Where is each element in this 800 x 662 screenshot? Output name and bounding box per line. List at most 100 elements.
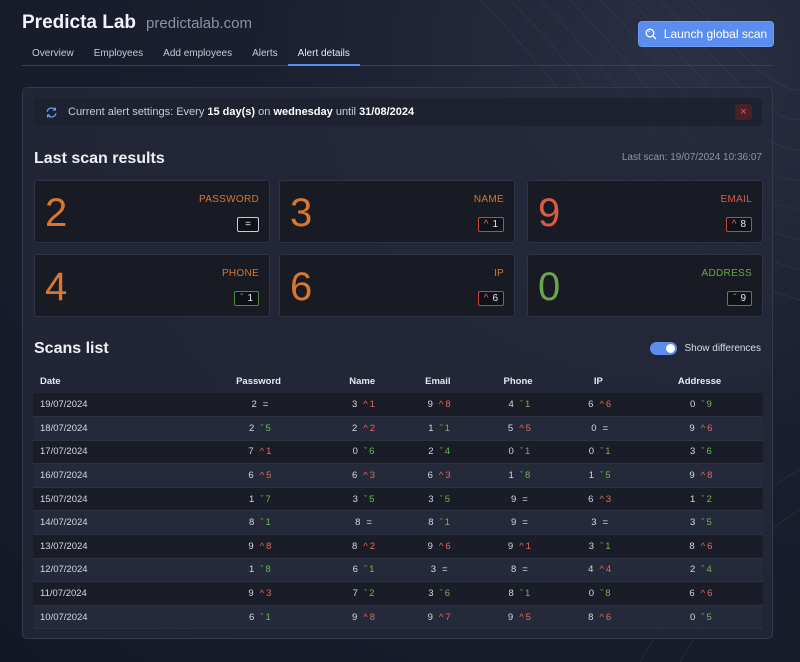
delta-value: 6: [707, 588, 713, 600]
delta-value: 1: [444, 422, 451, 434]
scan-value: 6: [248, 470, 254, 482]
chevron-down-icon: ˇ: [260, 564, 264, 576]
delta-value: 5: [706, 517, 712, 529]
chevron-down-icon: ˇ: [600, 470, 604, 482]
tab-add-employees[interactable]: Add employees: [153, 41, 242, 66]
equal-icon: =: [522, 517, 528, 529]
tab-overview[interactable]: Overview: [22, 41, 84, 66]
last-scan-results-title: Last scan results: [34, 150, 165, 167]
tab-employees[interactable]: Employees: [84, 41, 153, 66]
delta-value: 3: [445, 470, 451, 482]
scan-cell: 9 ^ 1: [475, 534, 561, 559]
scan-value: 7: [248, 446, 254, 458]
scan-value: 9: [427, 611, 433, 623]
scan-date: 13/07/2024: [33, 534, 193, 559]
tab-alert-details[interactable]: Alert details: [287, 41, 360, 66]
chevron-down-icon: ˇ: [701, 493, 705, 505]
chevron-down-icon: ˇ: [733, 293, 737, 304]
scan-value: 1: [588, 470, 595, 482]
scan-cell: 3ˇ5: [636, 510, 763, 536]
scan-cell: 0ˇ1: [475, 440, 561, 465]
delta-value: 5: [369, 493, 375, 505]
delta-up: ^ 1: [260, 446, 272, 457]
chevron-up-icon: ^: [700, 422, 706, 434]
chevron-up-icon: ^: [599, 493, 604, 505]
chevron-down-icon: ˇ: [701, 611, 705, 623]
result-card-label: PHONE: [221, 268, 259, 279]
trend-badge: ˇ1: [234, 291, 259, 306]
chevron-up-icon: ^: [700, 588, 706, 600]
scan-cell: 7 ^ 1: [192, 440, 325, 465]
delta-up: ^ 8: [701, 470, 713, 481]
chevron-down-icon: ˇ: [439, 517, 443, 529]
chevron-up-icon: ^: [700, 540, 706, 552]
equal-icon: =: [602, 517, 609, 529]
delta-up: ^ 6: [599, 612, 611, 623]
delta-up: ^ 1: [363, 399, 375, 410]
delta-down: ˇ1: [520, 588, 530, 599]
scan-value: 0: [588, 446, 595, 458]
scan-value: 2: [428, 446, 434, 458]
column-header-email: Email: [425, 375, 451, 387]
column-header-date: Date: [40, 375, 61, 387]
alert-details-panel: Current alert settings: Every 15 day(s) …: [22, 87, 773, 639]
scan-value: 6: [588, 493, 594, 505]
scan-cell: 6 ^ 3: [560, 487, 637, 512]
delta-down: ˇ5: [701, 612, 711, 623]
chevron-down-icon: ˇ: [439, 588, 443, 600]
chevron-down-icon: ˇ: [701, 517, 705, 529]
chevron-up-icon: ^: [599, 399, 604, 411]
delta-up: ^ 6: [701, 423, 713, 434]
scan-date: 15/07/2024: [33, 487, 193, 512]
alert-frequency: 15 day(s): [207, 106, 256, 118]
chevron-down-icon: ˇ: [519, 470, 523, 482]
chevron-up-icon: ^: [438, 611, 444, 623]
result-card-value: 9: [538, 191, 561, 235]
show-differences-toggle[interactable]: [650, 342, 678, 355]
chevron-up-icon: ^: [363, 470, 368, 482]
scan-cell: 9 ^ 8: [400, 393, 476, 418]
delta-value: 3: [605, 493, 612, 505]
delta-up: ^ 5: [260, 470, 272, 481]
delta-down: ˇ8: [520, 470, 530, 481]
delta-value: 8: [525, 470, 531, 482]
delta-value: 1: [525, 446, 531, 458]
delta-down: ˇ8: [260, 564, 270, 575]
table-row: 17/07/2024 7 ^ 1 0 ˇ 6 2 ˇ 4 0 ˇ 1 0 ˇ 1 3 ˇ 6: [33, 440, 763, 465]
tab-alerts[interactable]: Alerts: [242, 41, 288, 66]
delta-value: 5: [605, 470, 611, 482]
chevron-down-icon: ˇ: [439, 422, 443, 434]
scan-value: 7: [352, 588, 358, 600]
delta-value: 1: [605, 540, 611, 552]
delta-up: ^ 1: [519, 541, 531, 552]
column-header-password: Password: [236, 375, 281, 387]
scan-cell: 3 =: [560, 510, 637, 536]
trend-delta: 6: [492, 293, 498, 304]
delta-down: ˇ1: [440, 517, 450, 528]
scan-date: 17/07/2024: [33, 440, 193, 465]
delta-value: 5: [525, 611, 531, 623]
delta-down: ˇ8: [600, 588, 610, 599]
scan-value: 8: [508, 588, 514, 600]
delta-value: 8: [266, 540, 272, 552]
delta-value: 6: [707, 422, 713, 434]
scan-date: 19/07/2024: [33, 393, 193, 418]
scan-cell: 6ˇ1: [192, 605, 325, 630]
alert-until: until: [332, 106, 360, 118]
result-card-address: 0 ADDRESS ˇ 9: [527, 254, 763, 317]
show-differences-label: Show differences: [684, 343, 761, 354]
delta-down: ˇ1: [520, 399, 530, 410]
delta-value: 8: [265, 564, 271, 576]
scan-cell: 2 ^ 2: [324, 416, 401, 441]
close-icon[interactable]: ×: [735, 104, 752, 120]
scan-value: 9: [427, 399, 433, 411]
scan-value: 8: [249, 517, 255, 529]
equal-icon: =: [522, 493, 528, 505]
alert-on: on: [255, 106, 274, 118]
chevron-up-icon: ^: [363, 399, 368, 411]
scan-value: 1: [428, 422, 434, 434]
delta-value: 5: [266, 470, 272, 482]
alert-prefix: Current alert settings: Every: [68, 106, 208, 118]
trend-badge: ˇ9: [727, 291, 752, 306]
delta-down: ˇ1: [600, 446, 610, 457]
